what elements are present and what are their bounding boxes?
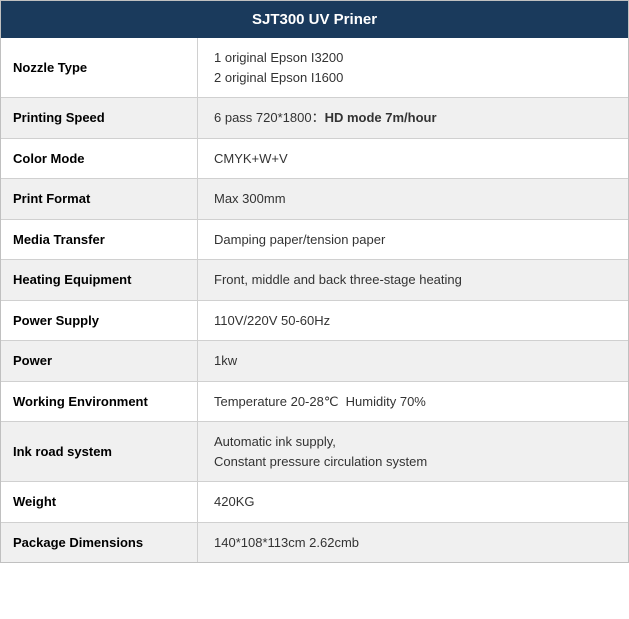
specs-table: SJT300 UV Priner Nozzle Type 1 original … <box>0 0 629 563</box>
row-label-color-mode: Color Mode <box>1 139 198 179</box>
row-label-print-format: Print Format <box>1 179 198 219</box>
row-value-heating-equipment: Front, middle and back three-stage heati… <box>198 260 628 300</box>
row-value-weight: 420KG <box>198 482 628 522</box>
table-row: Print Format Max 300mm <box>1 179 628 220</box>
table-row: Power Supply 110V/220V 50-60Hz <box>1 301 628 342</box>
row-value-ink-road-system: Automatic ink supply,Constant pressure c… <box>198 422 628 481</box>
table-row: Heating Equipment Front, middle and back… <box>1 260 628 301</box>
row-value-media-transfer: Damping paper/tension paper <box>198 220 628 260</box>
row-label-media-transfer: Media Transfer <box>1 220 198 260</box>
row-value-working-environment: Temperature 20-28℃ Humidity 70% <box>198 382 628 422</box>
printing-speed-bold: HD mode 7m/hour <box>325 110 437 125</box>
row-value-color-mode: CMYK+W+V <box>198 139 628 179</box>
row-value-package-dimensions: 140*108*113cm 2.62cmb <box>198 523 628 563</box>
row-label-ink-road-system: Ink road system <box>1 422 198 481</box>
table-row: Media Transfer Damping paper/tension pap… <box>1 220 628 261</box>
table-row: Printing Speed 6 pass 720*1800：HD mode 7… <box>1 98 628 139</box>
row-label-power: Power <box>1 341 198 381</box>
table-row: Working Environment Temperature 20-28℃ H… <box>1 382 628 423</box>
table-row: Nozzle Type 1 original Epson I32002 orig… <box>1 38 628 98</box>
table-row: Color Mode CMYK+W+V <box>1 139 628 180</box>
row-value-power: 1kw <box>198 341 628 381</box>
row-label-power-supply: Power Supply <box>1 301 198 341</box>
table-row: Ink road system Automatic ink supply,Con… <box>1 422 628 482</box>
row-label-working-environment: Working Environment <box>1 382 198 422</box>
row-label-heating-equipment: Heating Equipment <box>1 260 198 300</box>
row-value-printing-speed: 6 pass 720*1800：HD mode 7m/hour <box>198 98 628 138</box>
row-label-nozzle-type: Nozzle Type <box>1 38 198 97</box>
row-value-nozzle-type: 1 original Epson I32002 original Epson I… <box>198 38 628 97</box>
table-title: SJT300 UV Priner <box>252 11 377 28</box>
row-value-print-format: Max 300mm <box>198 179 628 219</box>
row-label-printing-speed: Printing Speed <box>1 98 198 138</box>
table-row: Power 1kw <box>1 341 628 382</box>
table-row: Weight 420KG <box>1 482 628 523</box>
row-value-power-supply: 110V/220V 50-60Hz <box>198 301 628 341</box>
table-header: SJT300 UV Priner <box>1 1 628 38</box>
table-row: Package Dimensions 140*108*113cm 2.62cmb <box>1 523 628 563</box>
row-label-weight: Weight <box>1 482 198 522</box>
row-label-package-dimensions: Package Dimensions <box>1 523 198 563</box>
